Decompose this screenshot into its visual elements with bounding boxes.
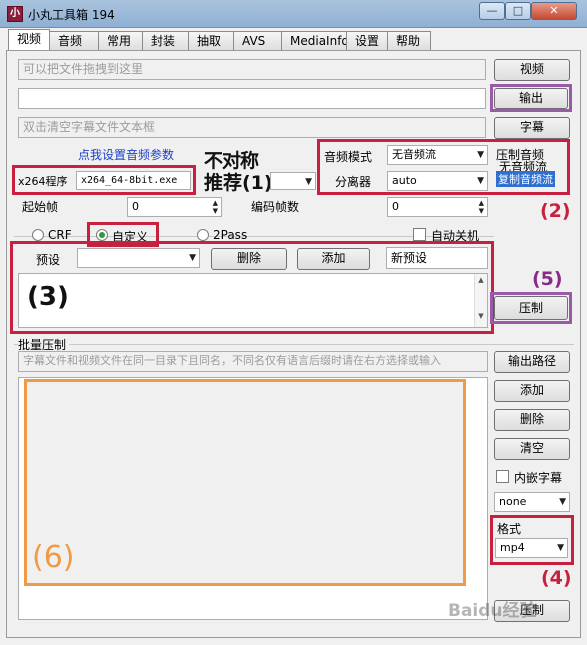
embed-subtitle-checkbox[interactable]: [496, 470, 509, 483]
embed-subtitle-label: 内嵌字幕: [514, 471, 563, 485]
x264-label: x264程序: [18, 175, 68, 188]
start-frame-label: 起始帧: [22, 200, 59, 214]
video-button[interactable]: 视频: [494, 59, 570, 81]
batch-clear-button[interactable]: 清空: [494, 438, 570, 460]
chevron-down-icon: ▼: [559, 497, 566, 507]
delete-preset-button[interactable]: 删除: [211, 248, 287, 270]
format-label: 格式: [497, 522, 522, 536]
tab-bar: 视频 音频 常用 封装 抽取 AVS MediaInfo 设置 帮助: [8, 29, 432, 51]
overlay-recommend-text: 推荐(1): [204, 172, 273, 194]
encode-frames-label: 编码帧数: [251, 200, 300, 214]
annotation-4: (4): [541, 567, 572, 589]
batch-lang-hint-field[interactable]: 字幕文件和视频文件在同一目录下且同名，不同名仅有语言后缀时请在右方选择或输入: [18, 351, 488, 372]
start-frame-input[interactable]: 0 ▲ ▼: [127, 197, 222, 217]
window-title: 小丸工具箱 194: [28, 8, 115, 22]
compress-button[interactable]: 压制: [494, 296, 568, 320]
batch-add-button[interactable]: 添加: [494, 380, 570, 402]
tab-mux[interactable]: 封装: [142, 31, 190, 50]
encode-frames-input[interactable]: 0 ▲ ▼: [387, 197, 488, 217]
close-button[interactable]: ✕: [531, 2, 577, 20]
preset-params-textarea[interactable]: [18, 273, 488, 328]
auto-shutdown-checkbox[interactable]: [413, 228, 426, 241]
new-preset-name-input[interactable]: 新预设: [386, 247, 488, 269]
subtitle-button[interactable]: 字幕: [494, 117, 570, 139]
spinner-arrows-icon[interactable]: ▲ ▼: [213, 199, 218, 215]
video-file-input[interactable]: 可以把文件拖拽到这里: [18, 59, 486, 80]
tab-common[interactable]: 常用: [98, 31, 144, 50]
tab-audio[interactable]: 音频: [49, 31, 100, 50]
chevron-down-icon: ▼: [557, 543, 564, 553]
annotation-5: (5): [532, 268, 563, 290]
tab-mediainfo[interactable]: MediaInfo: [281, 31, 349, 50]
recommend-select[interactable]: ▼: [270, 172, 316, 190]
add-preset-button[interactable]: 添加: [297, 248, 370, 270]
format-select[interactable]: mp4 ▼: [495, 538, 568, 558]
chevron-down-icon: ▼: [477, 150, 484, 160]
batch-delete-button[interactable]: 删除: [494, 409, 570, 431]
tab-avs[interactable]: AVS: [233, 31, 283, 50]
batch-annotation-box: [24, 379, 466, 586]
crf-radio[interactable]: [32, 229, 44, 241]
baidu-watermark: Baidu经验: [448, 601, 537, 621]
splitter-label: 分离器: [335, 175, 372, 189]
app-icon: 小: [7, 6, 23, 22]
preset-label: 预设: [36, 253, 61, 267]
subtitle-file-input[interactable]: 双击清空字幕文件文本框: [18, 117, 486, 138]
x264-program-field[interactable]: x264_64-8bit.exe: [76, 171, 191, 190]
output-button[interactable]: 输出: [494, 88, 568, 109]
2pass-label: 2Pass: [213, 228, 248, 242]
tab-help[interactable]: 帮助: [387, 31, 432, 50]
tab-video[interactable]: 视频: [8, 29, 51, 50]
annotation-3: (3): [27, 282, 69, 312]
tab-settings[interactable]: 设置: [346, 31, 389, 50]
audio-mode-label: 音频模式: [324, 150, 373, 164]
chevron-down-icon: ▼: [189, 253, 196, 263]
custom-radio[interactable]: [96, 229, 108, 241]
subtitle-lang-select[interactable]: none ▼: [494, 492, 570, 512]
output-file-input[interactable]: [18, 88, 486, 109]
copy-audio-option[interactable]: 复制音频流: [496, 171, 555, 187]
spinner-arrows-icon[interactable]: ▲ ▼: [479, 199, 484, 215]
tab-extract[interactable]: 抽取: [188, 31, 235, 50]
2pass-radio[interactable]: [197, 229, 209, 241]
chevron-down-icon: ▼: [477, 176, 484, 186]
annotation-6: (6): [32, 540, 75, 575]
batch-group-line: [14, 344, 574, 345]
audio-params-link[interactable]: 点我设置音频参数: [78, 146, 174, 163]
maximize-button[interactable]: □: [505, 2, 531, 20]
annotation-2: (2): [540, 200, 571, 222]
chevron-down-icon: ▼: [305, 177, 312, 187]
crf-label: CRF: [48, 228, 72, 242]
splitter-select[interactable]: auto ▼: [387, 171, 488, 191]
audio-mode-select[interactable]: 无音频流 ▼: [387, 145, 488, 165]
preset-select[interactable]: ▼: [77, 248, 200, 268]
batch-output-path-button[interactable]: 输出路径: [494, 351, 570, 373]
minimize-button[interactable]: —: [479, 2, 505, 20]
textarea-scrollbar[interactable]: ▲ ▼: [474, 274, 487, 327]
